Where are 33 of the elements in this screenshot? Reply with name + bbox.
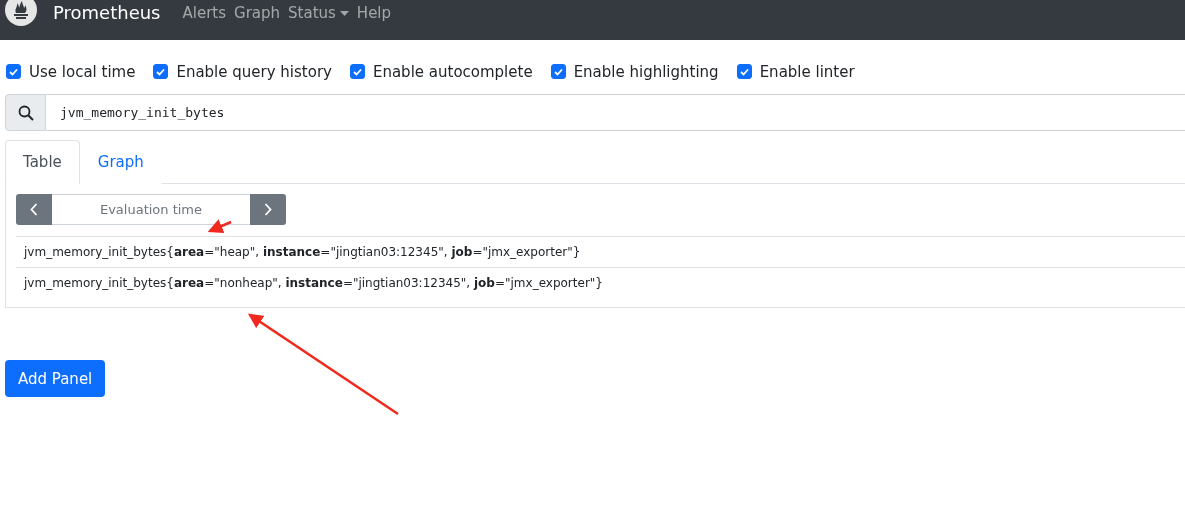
check-icon <box>739 67 749 76</box>
checkbox[interactable] <box>153 64 169 79</box>
chevron-right-icon <box>264 203 272 216</box>
check-icon <box>9 67 18 76</box>
check-icon <box>553 67 563 76</box>
caret-icon <box>339 10 349 16</box>
nav-dropdown[interactable]: Status <box>288 4 349 22</box>
chevron-left-icon <box>30 203 38 216</box>
annotation-arrow <box>207 219 232 233</box>
checkbox-label: Enable linter <box>759 62 855 81</box>
checkbox-label: Enable query history <box>176 62 332 81</box>
checkbox[interactable] <box>736 64 752 79</box>
nav-link[interactable]: Help <box>356 4 392 22</box>
checkbox-label: Use local time <box>29 62 136 81</box>
checkbox[interactable] <box>550 64 566 79</box>
checkbox-label: Enable highlighting <box>573 62 719 81</box>
tab[interactable]: Table <box>5 140 80 184</box>
checkbox[interactable] <box>349 64 365 79</box>
series-label: jvm_memory_init_bytes{area="heap", instance="jingtian03:12345", job="jmx_exporter"} <box>24 245 581 259</box>
check-icon <box>352 67 362 76</box>
nav-link[interactable]: Graph <box>234 4 281 22</box>
series-label: jvm_memory_init_bytes{area="nonheap", instance="jingtian03:12345", job="jmx_exporter"} <box>24 276 603 290</box>
query-field[interactable]: jvm_memory_init_bytes <box>46 94 1185 131</box>
check-icon <box>156 67 166 76</box>
add-panel-button[interactable]: Add Panel <box>5 360 106 397</box>
evaluation-time-field[interactable]: Evaluation time <box>52 194 250 225</box>
checkbox-label: Enable autocomplete <box>372 62 533 81</box>
next-button[interactable] <box>250 194 286 225</box>
checkbox[interactable] <box>6 64 21 79</box>
search-icon <box>17 104 34 121</box>
brand-link[interactable]: Prometheus <box>53 2 161 23</box>
previous-button[interactable] <box>16 194 52 225</box>
nav-link[interactable]: Alerts <box>182 4 227 22</box>
